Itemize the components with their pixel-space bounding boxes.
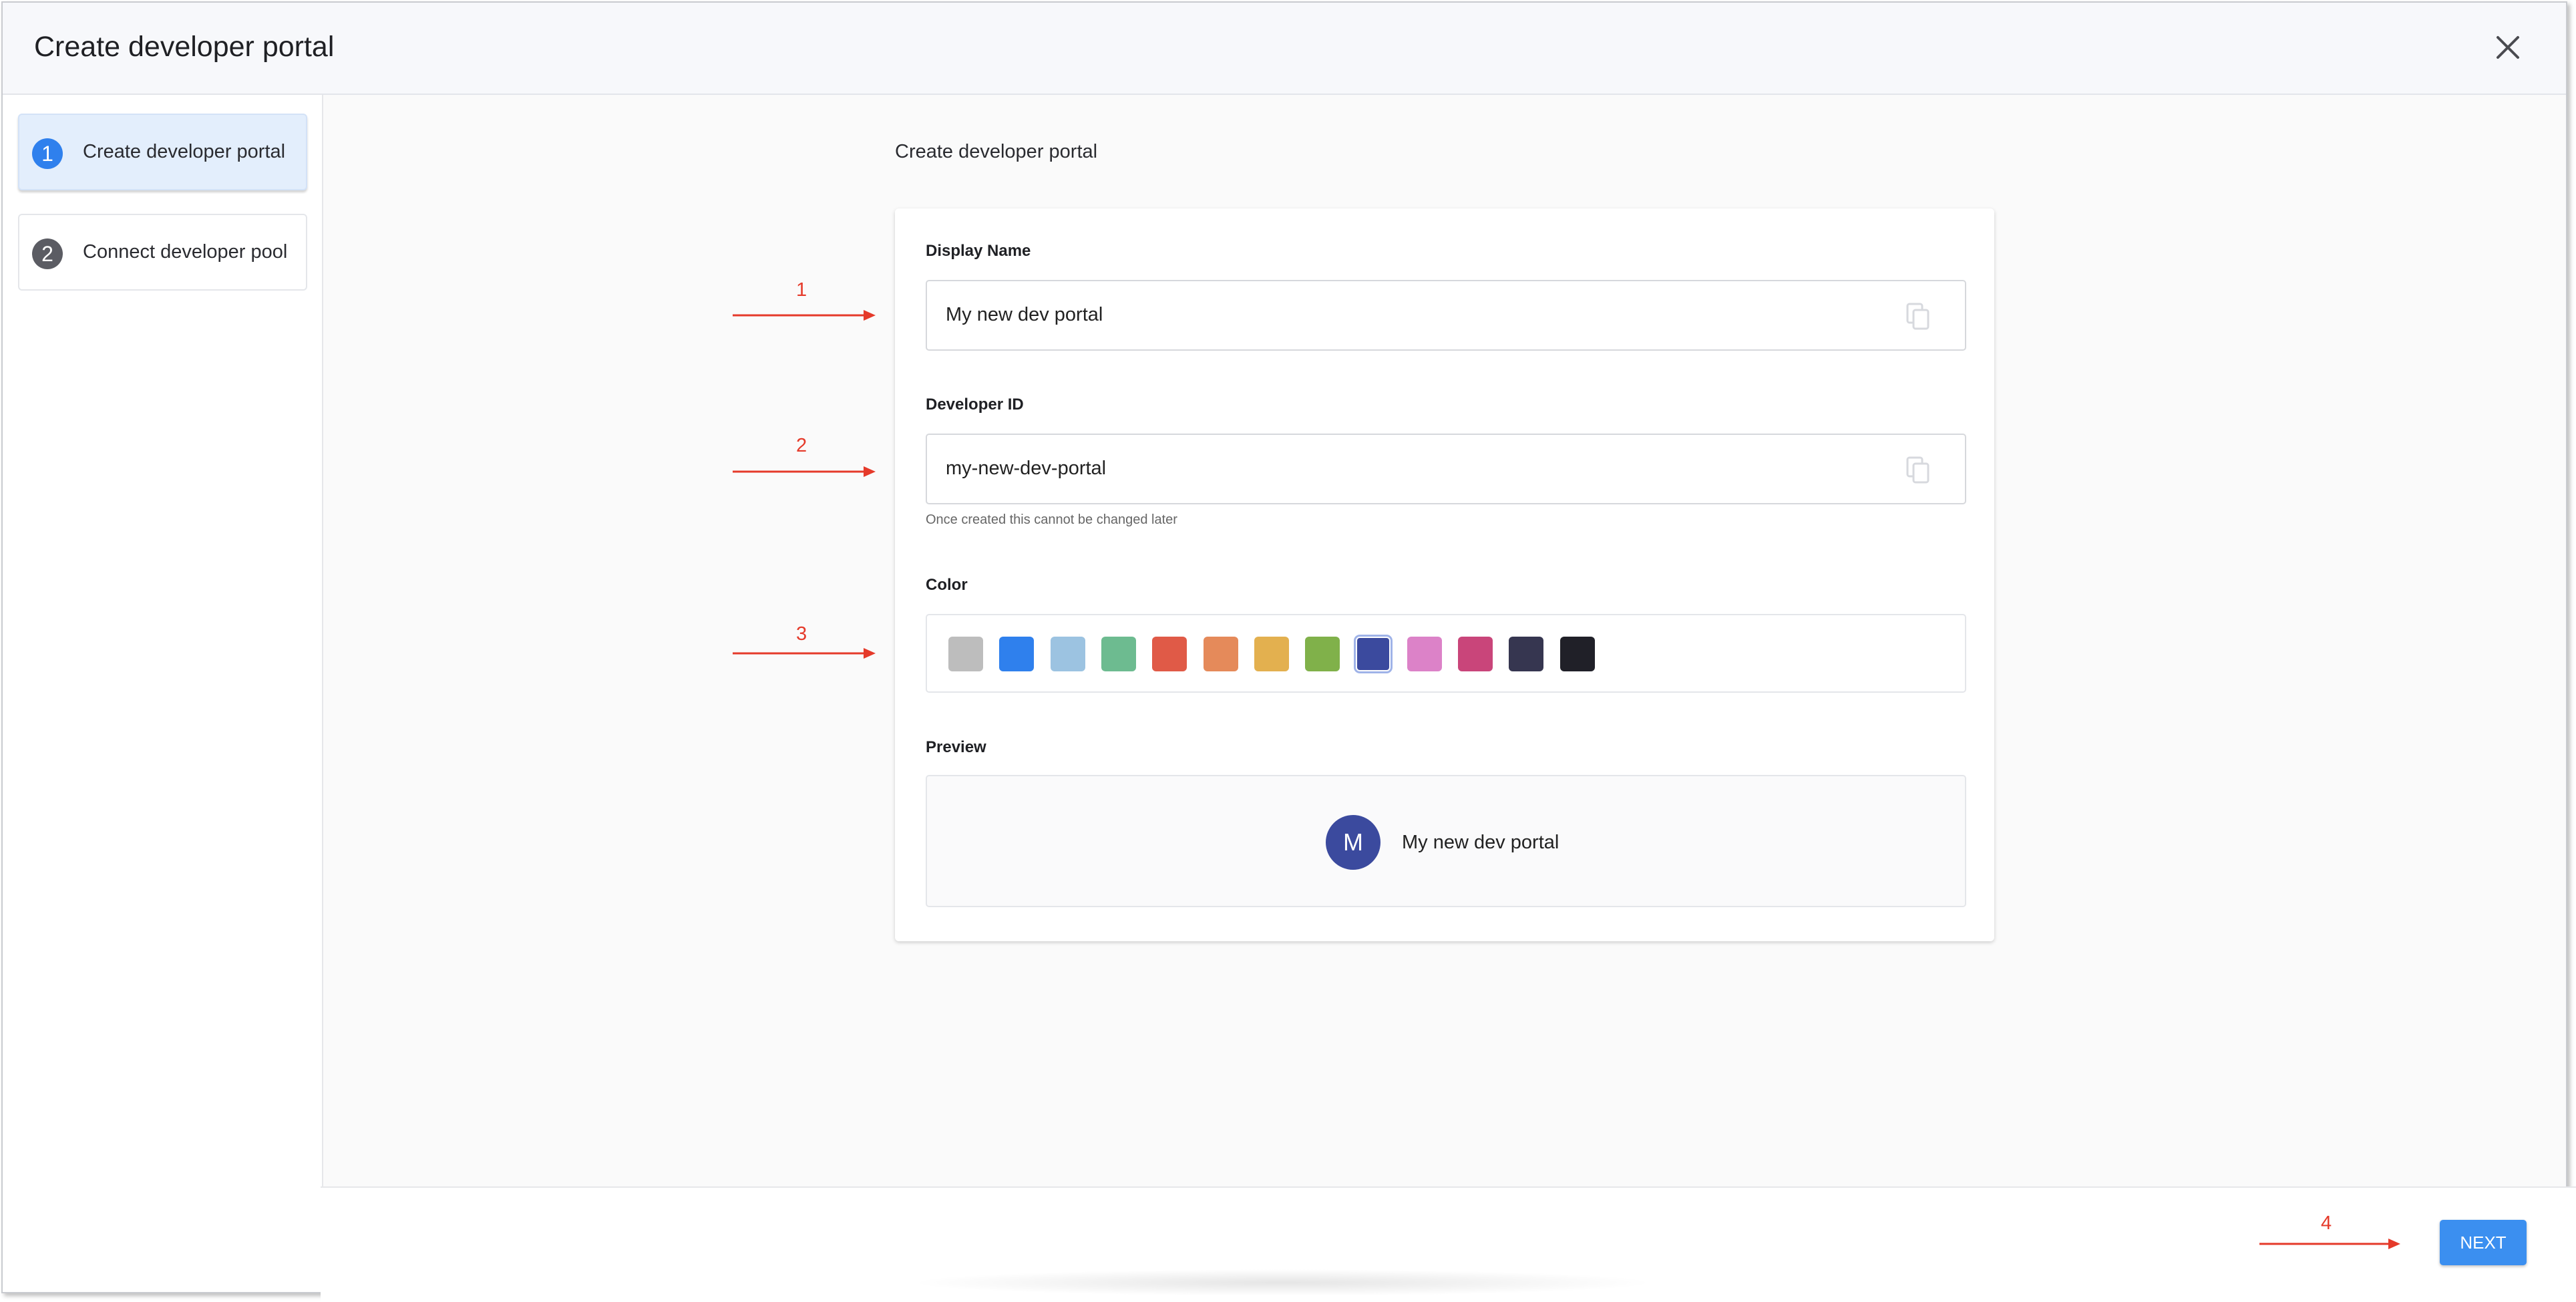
color-swatch[interactable] (1458, 637, 1493, 671)
display-name-label: Display Name (926, 242, 1031, 260)
close-button[interactable] (2491, 31, 2525, 64)
avatar: M (1326, 815, 1381, 870)
dialog-header: Create developer portal (3, 3, 2566, 95)
developer-id-field[interactable]: my-new-dev-portal (926, 434, 1966, 504)
step-number-badge: 2 (32, 238, 63, 269)
form-title: Create developer portal (895, 141, 1098, 162)
copy-icon[interactable] (1906, 303, 1930, 331)
decorative-shadow (908, 1269, 1656, 1296)
color-swatch[interactable] (1559, 637, 1595, 671)
color-swatch[interactable] (1509, 637, 1544, 671)
color-swatch[interactable] (999, 637, 1035, 671)
color-swatch[interactable] (1305, 637, 1340, 671)
annotation-number: 1 (796, 279, 807, 301)
developer-id-value: my-new-dev-portal (946, 458, 1107, 479)
display-name-value: My new dev portal (946, 304, 1103, 325)
annotation-number: 4 (2321, 1212, 2332, 1234)
color-swatch[interactable] (1354, 635, 1393, 673)
annotation-number: 2 (796, 435, 807, 456)
preview-box: M My new dev portal (926, 775, 1966, 907)
color-label: Color (926, 576, 968, 594)
preview-label: Preview (926, 738, 986, 756)
color-swatch[interactable] (948, 637, 983, 671)
color-picker (926, 614, 1966, 693)
stepper-sidebar: 1 Create developer portal 2 Connect deve… (3, 95, 323, 1292)
annotation-arrow-icon (2259, 1239, 2400, 1249)
step-label: Create developer portal (83, 141, 286, 162)
step-number-badge: 1 (32, 138, 63, 169)
step-label: Connect developer pool (83, 241, 288, 263)
color-swatch[interactable] (1101, 637, 1136, 671)
display-name-field[interactable]: My new dev portal (926, 280, 1966, 351)
next-button[interactable]: NEXT (2440, 1220, 2527, 1265)
annotation-number: 3 (796, 623, 807, 645)
copy-icon[interactable] (1906, 456, 1930, 484)
developer-id-helper-text: Once created this cannot be changed late… (926, 512, 1177, 527)
close-icon[interactable] (2491, 31, 2525, 64)
step-connect-pool[interactable]: 2 Connect developer pool (18, 214, 307, 291)
color-swatch[interactable] (1407, 637, 1442, 671)
color-swatch[interactable] (1152, 637, 1187, 671)
dialog-title: Create developer portal (34, 31, 335, 63)
color-swatch[interactable] (1203, 637, 1238, 671)
color-swatch[interactable] (1050, 637, 1085, 671)
annotation-arrow-icon (733, 310, 876, 321)
color-swatch[interactable] (1254, 637, 1289, 671)
form-card: Display Name My new dev portal Developer… (895, 208, 1994, 941)
annotation-arrow-icon (733, 466, 876, 477)
annotation-arrow-icon (733, 648, 876, 659)
step-create-portal[interactable]: 1 Create developer portal (18, 114, 307, 190)
preview-portal-name: My new dev portal (1402, 832, 1559, 853)
developer-id-label: Developer ID (926, 395, 1024, 414)
